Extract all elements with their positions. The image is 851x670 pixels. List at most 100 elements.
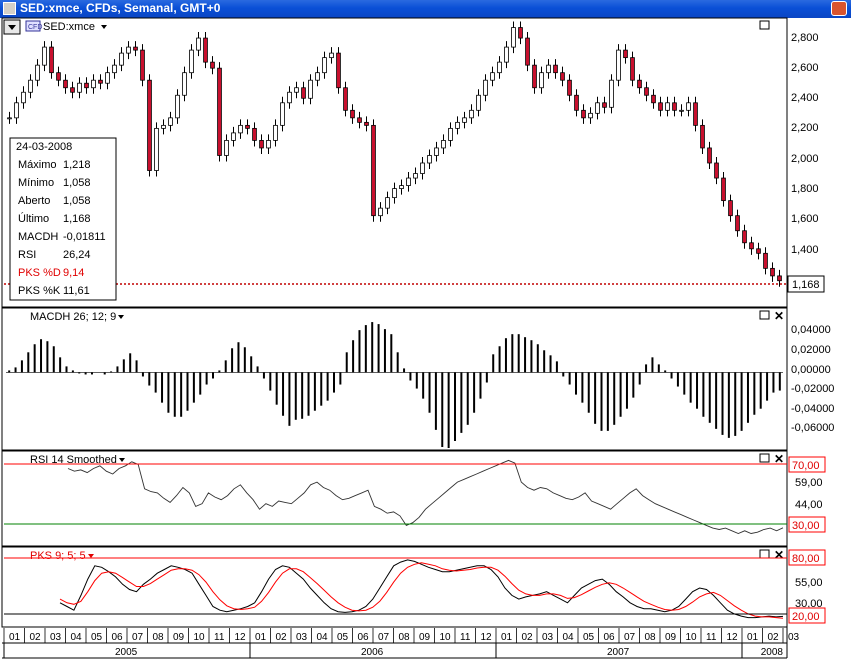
candle-body xyxy=(70,87,75,93)
candle-body xyxy=(91,79,96,89)
candle-body xyxy=(182,72,187,96)
candle-body xyxy=(651,94,656,104)
candle-body xyxy=(672,102,677,111)
month-label: 04 xyxy=(317,632,329,643)
candle-body xyxy=(525,37,530,66)
month-label: 09 xyxy=(173,632,185,643)
info-label: PKS %D xyxy=(18,267,61,279)
candle-body xyxy=(77,82,82,93)
price-tick-label: 1,400 xyxy=(791,244,819,256)
candle-body xyxy=(224,140,229,156)
month-label: 07 xyxy=(132,632,144,643)
macd-tick-label: -0,06000 xyxy=(791,422,834,434)
candle-body xyxy=(364,121,369,126)
macd-tick-label: -0,04000 xyxy=(791,403,834,415)
candle-body xyxy=(217,67,222,156)
month-label: 02 xyxy=(522,632,534,643)
info-box: 24-03-2008 Máximo 1,218 Mínimo 1,058 Abe… xyxy=(9,137,117,301)
macd-title[interactable]: MACDH 26; 12; 9 xyxy=(30,311,116,323)
month-label: 03 xyxy=(296,632,308,643)
info-label: MACDH xyxy=(18,231,58,243)
candle-body xyxy=(686,102,691,111)
candle-body xyxy=(623,49,628,59)
candle-body xyxy=(294,87,299,93)
year-label: 2006 xyxy=(361,647,384,658)
candle-body xyxy=(350,109,355,119)
candle-body xyxy=(56,72,61,81)
candle-body xyxy=(203,37,208,63)
month-label: 08 xyxy=(153,632,165,643)
info-value: 1,218 xyxy=(63,159,91,171)
info-value: 1,058 xyxy=(63,195,91,207)
candle-body xyxy=(707,147,712,164)
candle-body xyxy=(455,121,460,129)
month-label: 01 xyxy=(501,632,513,643)
candle-body xyxy=(448,127,453,141)
candle-body xyxy=(105,72,110,84)
last-price-label: 1,168 xyxy=(792,279,820,291)
month-label: 04 xyxy=(563,632,575,643)
candle-body xyxy=(434,147,439,156)
candle-body xyxy=(518,27,523,39)
candle-body xyxy=(371,124,376,217)
info-value: 26,24 xyxy=(63,249,91,261)
candle-body xyxy=(35,64,40,81)
candle-body xyxy=(413,173,418,179)
candle-body xyxy=(770,267,775,277)
candle-body xyxy=(336,52,341,89)
price-tick-label: 2,200 xyxy=(791,122,819,134)
cfd-icon-text: CFD xyxy=(28,24,42,31)
candle-body xyxy=(588,112,593,119)
candle-body xyxy=(777,275,782,282)
pks-title[interactable]: PKS 9; 5; 5 xyxy=(30,550,86,562)
candle-body xyxy=(147,79,152,171)
info-value: 1,058 xyxy=(63,177,91,189)
pks-tick-label: 55,00 xyxy=(795,577,823,589)
price-candle xyxy=(154,122,159,177)
month-label: 01 xyxy=(747,632,759,643)
symbol-label[interactable]: SED:xmce xyxy=(43,21,95,33)
month-label: 10 xyxy=(194,632,206,643)
candle-body xyxy=(714,162,719,179)
candle-body xyxy=(406,177,411,186)
candle-body xyxy=(595,102,600,114)
candle-body xyxy=(637,79,642,89)
price-tick-label: 2,600 xyxy=(791,62,819,74)
year-label: 2008 xyxy=(761,647,784,658)
rsi-level-30-label: 30,00 xyxy=(792,520,820,532)
candle-body xyxy=(644,87,649,96)
month-label: 03 xyxy=(50,632,62,643)
candle-body xyxy=(301,87,306,99)
price-candle xyxy=(609,74,614,114)
rsi-level-70-label: 70,00 xyxy=(792,460,820,472)
price-candle xyxy=(371,119,376,222)
candle-body xyxy=(483,79,488,96)
candle-body xyxy=(560,72,565,81)
month-label: 04 xyxy=(71,632,83,643)
candle-body xyxy=(546,64,551,74)
candle-body xyxy=(574,94,579,111)
candle-body xyxy=(469,109,474,119)
candle-body xyxy=(749,242,754,250)
candle-body xyxy=(602,102,607,108)
month-label: 12 xyxy=(481,632,493,643)
month-label: 07 xyxy=(378,632,390,643)
candle-body xyxy=(497,61,502,74)
price-candle xyxy=(49,41,54,79)
candle-body xyxy=(532,64,537,89)
candle-body xyxy=(322,57,327,74)
candle-body xyxy=(679,109,684,112)
price-candle xyxy=(616,44,621,87)
month-label: 11 xyxy=(460,632,471,643)
pks-close-icon[interactable]: ✕ xyxy=(774,548,784,562)
candle-body xyxy=(266,140,271,149)
candle-body xyxy=(238,124,243,134)
candle-body xyxy=(504,46,509,63)
pks-level-80-label: 80,00 xyxy=(792,553,820,565)
candle-body xyxy=(756,248,761,254)
macd-close-icon[interactable]: ✕ xyxy=(774,309,784,323)
candle-body xyxy=(84,82,89,89)
candle-body xyxy=(98,79,103,84)
info-value: 11,61 xyxy=(63,285,90,297)
candle-body xyxy=(609,79,614,108)
